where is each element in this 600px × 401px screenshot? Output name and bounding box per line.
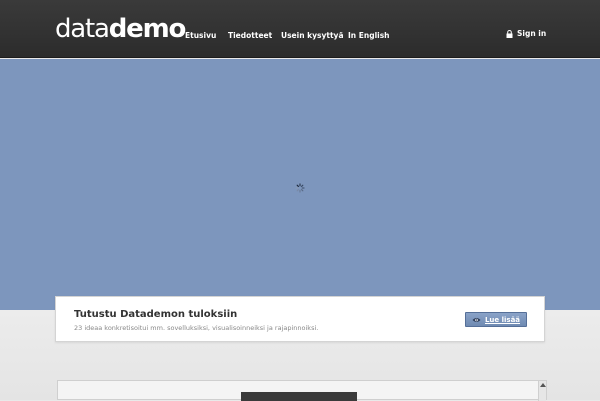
embedded-content-frame[interactable] xyxy=(57,380,547,401)
nav-link-etusivu[interactable]: Etusivu xyxy=(185,31,216,40)
nav-link-usein-kysyttya[interactable]: Usein kysyttyä xyxy=(281,31,344,40)
top-navigation-bar: datademo Etusivu Tiedotteet Usein kysytt… xyxy=(0,0,600,58)
read-more-label: Lue lisää xyxy=(484,315,521,324)
results-promo-box: Tutustu Datademon tuloksiin 23 ideaa kon… xyxy=(55,296,545,342)
logo-text-bold: demo xyxy=(108,14,187,44)
eye-icon xyxy=(472,317,481,322)
lock-icon xyxy=(506,29,513,38)
logo-text-light: data xyxy=(55,14,110,44)
loading-spinner-icon xyxy=(295,183,305,193)
read-more-button[interactable]: Lue lisää xyxy=(465,312,527,327)
site-logo[interactable]: datademo xyxy=(55,14,187,44)
promo-subtitle: 23 ideaa konkretisoitui mm. sovelluksiks… xyxy=(74,324,319,332)
scroll-up-arrow-icon[interactable] xyxy=(540,383,546,387)
sign-in-label: Sign in xyxy=(517,29,547,38)
nav-link-in-english[interactable]: In English xyxy=(348,31,390,40)
sign-in-link[interactable]: Sign in xyxy=(506,29,546,38)
promo-title: Tutustu Datademon tuloksiin xyxy=(74,309,238,320)
embedded-scrollbar[interactable] xyxy=(538,381,546,401)
nav-link-tiedotteet[interactable]: Tiedotteet xyxy=(228,31,272,40)
